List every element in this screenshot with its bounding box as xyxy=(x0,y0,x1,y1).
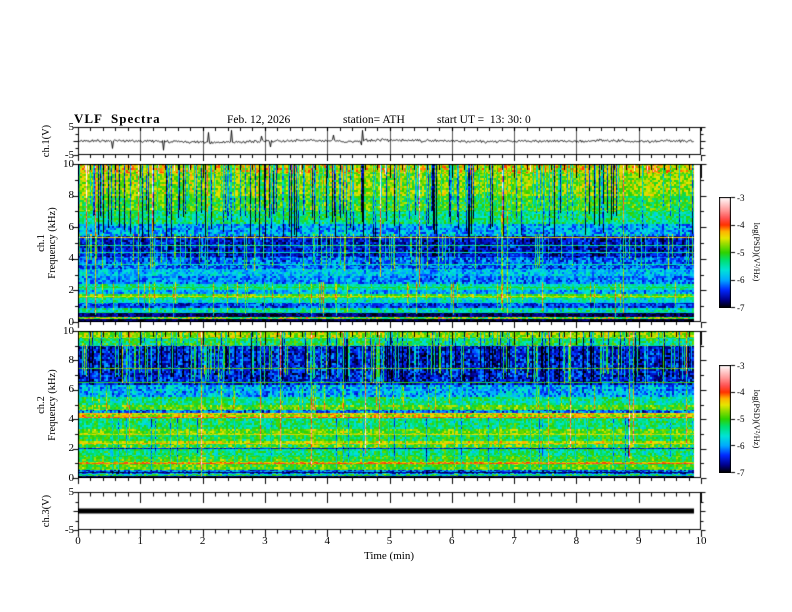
ch3-waveform-ylabel: ch.3(V) xyxy=(39,451,53,571)
ch1-label-line1: ch.1 xyxy=(36,234,47,252)
station-label: station= ATH xyxy=(343,114,405,126)
plot-title: VLF Spectra xyxy=(74,111,161,126)
colorbar1-label-text: log(PSD)(V²/Hz) xyxy=(752,222,762,282)
axes-frames-and-ticks xyxy=(0,0,792,612)
ch1-label-line2: Frequency (kHz) xyxy=(47,207,58,279)
colorbar1-label: log(PSD)(V²/Hz) xyxy=(751,192,763,312)
ch3-waveform-ylabel-text: ch.3(V) xyxy=(40,494,52,528)
ch2-label-line1: ch.2 xyxy=(36,396,47,414)
vlf-spectra-figure: VLF Spectra Feb. 12, 2026 station= ATH s… xyxy=(0,0,792,612)
colorbar2-label: log(PSD)(V²/Hz) xyxy=(751,359,763,479)
ch1-spectrogram-ylabel: ch.1 Frequency (kHz) xyxy=(35,163,59,323)
ch1-waveform-ylabel-text: ch.1(V) xyxy=(40,124,52,158)
ch2-label-line2: Frequency (kHz) xyxy=(47,369,58,441)
x-axis-title: Time (min) xyxy=(363,550,414,562)
date-label: Feb. 12, 2026 xyxy=(227,114,291,126)
start-ut-label: start UT = 13: 30: 0 xyxy=(437,114,531,126)
colorbar2-label-text: log(PSD)(V²/Hz) xyxy=(752,389,762,449)
